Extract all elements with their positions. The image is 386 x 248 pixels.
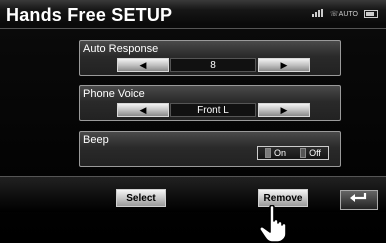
phone-voice-panel: Phone Voice ◀ Front L ▶ [79,85,341,121]
beep-panel: Beep On Off [79,131,341,167]
beep-on-label: On [273,148,286,158]
auto-label: AUTO [338,11,358,18]
pointing-hand-icon [254,204,298,248]
arrow-left-icon: ◀ [139,59,147,70]
phone-voice-next-button[interactable]: ▶ [258,103,310,117]
auto-response-increase-button[interactable]: ▶ [258,58,310,72]
select-button[interactable]: Select [116,189,166,207]
phone-voice-label: Phone Voice [83,88,145,100]
beep-label: Beep [83,134,109,146]
phone-voice-previous-button[interactable]: ◀ [117,103,169,117]
head-unit-screen: Hands Free SETUP ☏AUTO Auto Response ◀ 8… [0,0,386,243]
auto-response-value: 8 [170,58,256,72]
beep-off-label: Off [309,148,321,158]
auto-response-label: Auto Response [83,43,159,55]
arrow-right-icon: ▶ [280,59,288,70]
return-arrow-icon [349,191,369,209]
beep-off-option[interactable]: Off [293,148,328,158]
led-indicator-icon [264,148,271,158]
back-button[interactable] [340,190,378,210]
page-title: Hands Free SETUP [6,5,173,25]
bottom-bar [0,176,386,212]
auto-response-decrease-button[interactable]: ◀ [117,58,169,72]
arrow-left-icon: ◀ [139,104,147,115]
signal-bars-icon [311,9,324,19]
beep-on-option[interactable]: On [258,148,293,158]
auto-answer-indicator: ☏AUTO [330,10,358,18]
led-indicator-icon [300,148,307,158]
auto-response-panel: Auto Response ◀ 8 ▶ [79,40,341,76]
beep-toggle[interactable]: On Off [257,146,329,160]
battery-icon [364,10,378,18]
phone-voice-value: Front L [170,103,256,117]
phone-icon: ☏ [329,11,339,18]
status-indicators: ☏AUTO [311,9,378,19]
arrow-right-icon: ▶ [280,104,288,115]
